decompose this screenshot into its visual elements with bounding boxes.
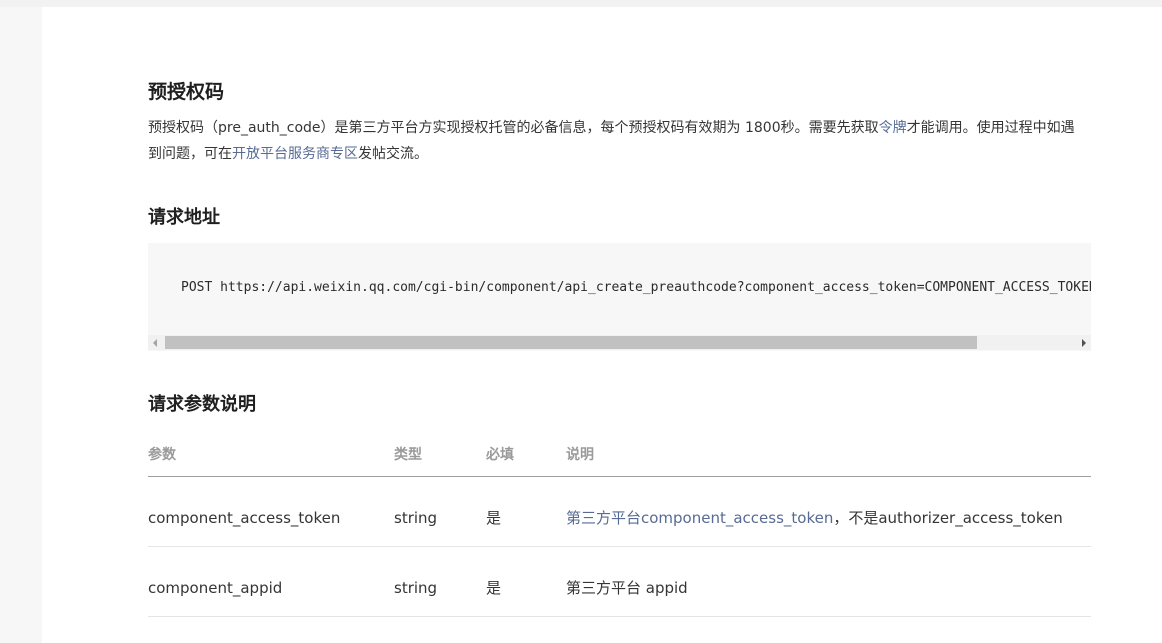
request-url-code-block: POST https://api.weixin.qq.com/cgi-bin/c… (148, 243, 1091, 351)
param-description-text: ，不是authorizer_access_token (833, 509, 1063, 527)
scroll-left-arrow-icon[interactable] (153, 339, 157, 347)
scroll-right-arrow-icon[interactable] (1082, 339, 1086, 347)
description-text-1: 预授权码（pre_auth_code）是第三方平台方实现授权托管的必备信息，每个… (148, 120, 879, 136)
top-bar (0, 0, 1162, 7)
column-header-param: 参数 (148, 447, 176, 463)
doc-content: 预授权码 预授权码（pre_auth_code）是第三方平台方实现授权托管的必备… (42, 7, 1162, 643)
horizontal-scrollbar[interactable] (148, 335, 1091, 350)
column-header-description: 说明 (566, 447, 594, 463)
page-description: 预授权码（pre_auth_code）是第三方平台方实现授权托管的必备信息，每个… (148, 115, 1088, 167)
request-url-heading: 请求地址 (148, 207, 220, 228)
component-access-token-link[interactable]: 第三方平台component_access_token (566, 509, 833, 527)
param-name: component_access_token (148, 509, 341, 527)
request-url-code: POST https://api.weixin.qq.com/cgi-bin/c… (181, 280, 1091, 295)
param-description: 第三方平台component_access_token，不是authorizer… (566, 511, 1063, 526)
request-params-heading: 请求参数说明 (148, 394, 256, 415)
table-header: 参数 类型 必填 说明 (148, 433, 1091, 477)
page-title: 预授权码 (148, 81, 225, 103)
scrollbar-thumb[interactable] (165, 336, 977, 349)
service-provider-zone-link[interactable]: 开放平台服务商专区 (232, 146, 358, 162)
table-row: component_appid string 是 第三方平台 appid (148, 547, 1091, 617)
params-table: 参数 类型 必填 说明 component_access_token strin… (148, 433, 1091, 617)
description-text-3: 发帖交流。 (358, 146, 428, 162)
column-header-required: 必填 (486, 447, 514, 463)
table-row: component_access_token string 是 第三方平台com… (148, 477, 1091, 547)
column-header-type: 类型 (394, 447, 422, 463)
param-name: component_appid (148, 579, 283, 597)
token-link[interactable]: 令牌 (879, 120, 907, 136)
param-description: 第三方平台 appid (566, 579, 688, 597)
param-required: 是 (486, 579, 502, 597)
param-required: 是 (486, 509, 502, 527)
param-type: string (394, 509, 438, 527)
param-type: string (394, 579, 438, 597)
